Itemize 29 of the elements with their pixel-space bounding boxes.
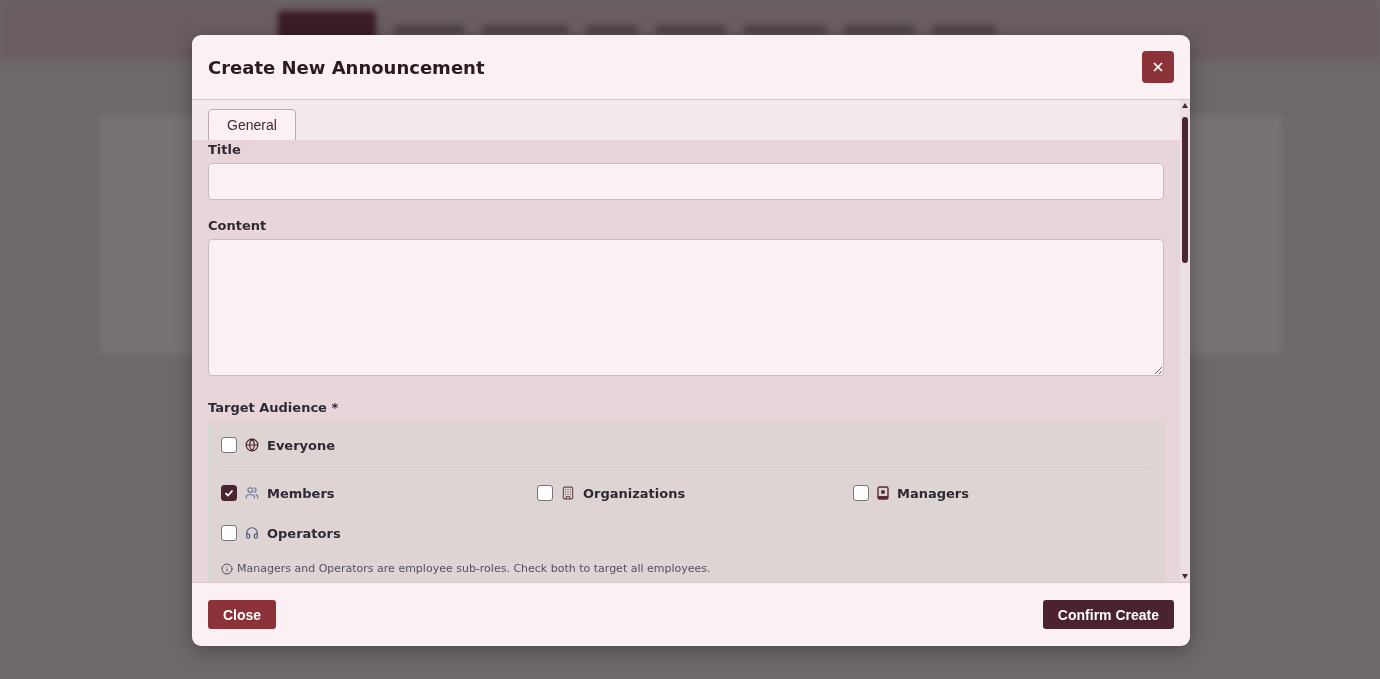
- content-field[interactable]: [208, 239, 1164, 376]
- audience-option[interactable]: Everyone: [221, 434, 537, 456]
- title-field[interactable]: [208, 163, 1164, 200]
- id-badge-icon: [877, 486, 889, 500]
- audience-option[interactable]: Managers: [853, 482, 1151, 504]
- close-button[interactable]: [1142, 51, 1174, 83]
- field-label: Title: [208, 141, 242, 159]
- confirm-button[interactable]: Confirm Create: [1042, 600, 1174, 629]
- close-icon: [1151, 60, 1165, 74]
- headset-icon: [245, 526, 259, 540]
- checkbox[interactable]: [537, 485, 553, 501]
- globe-icon: [245, 438, 259, 452]
- tab[interactable]: General: [208, 109, 296, 140]
- checkbox[interactable]: [221, 437, 237, 453]
- field-label: Target Audience *: [208, 399, 340, 417]
- info-icon: [221, 562, 233, 575]
- audience-option[interactable]: Organizations: [537, 482, 853, 504]
- check-icon: [224, 488, 234, 498]
- audience-option[interactable]: Members: [221, 482, 537, 504]
- hint-text: Managers and Operators are employee sub-roles. Check both to target all employees.: [237, 562, 711, 575]
- building-icon: [561, 486, 575, 500]
- dialog-title: Create New Announcement: [208, 56, 485, 78]
- checkbox[interactable]: [853, 485, 869, 501]
- checkbox[interactable]: [221, 525, 237, 541]
- field-label: Content: [208, 217, 268, 235]
- checkbox[interactable]: [221, 485, 237, 501]
- close-button[interactable]: Close: [208, 600, 277, 629]
- audience-option[interactable]: Operators: [221, 522, 537, 544]
- people-icon: [245, 486, 259, 500]
